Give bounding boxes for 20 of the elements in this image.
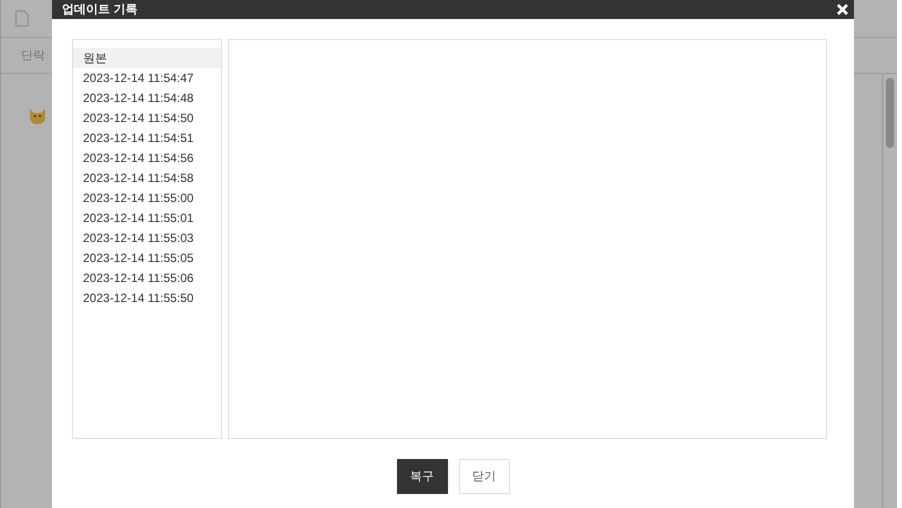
document-icon[interactable]	[15, 10, 29, 27]
restore-button[interactable]: 복구	[396, 459, 448, 494]
version-item[interactable]: 원본	[73, 48, 221, 68]
version-item[interactable]: 2023-12-14 11:54:56	[73, 148, 221, 168]
version-item[interactable]: 2023-12-14 11:54:50	[73, 108, 221, 128]
version-item[interactable]: 2023-12-14 11:55:03	[73, 228, 221, 248]
version-item[interactable]: 2023-12-14 11:55:05	[73, 248, 221, 268]
dialog-title: 업데이트 기록	[62, 1, 138, 18]
version-item[interactable]: 2023-12-14 11:55:01	[73, 208, 221, 228]
close-icon[interactable]	[836, 3, 849, 16]
version-item[interactable]: 2023-12-14 11:55:50	[73, 288, 221, 308]
scrollbar-thumb[interactable]	[886, 78, 894, 148]
cat-face-icon	[29, 108, 46, 124]
version-item[interactable]: 2023-12-14 11:54:47	[73, 68, 221, 88]
version-item[interactable]: 2023-12-14 11:55:06	[73, 268, 221, 288]
version-item[interactable]: 2023-12-14 11:54:58	[73, 168, 221, 188]
version-item[interactable]: 2023-12-14 11:54:48	[73, 88, 221, 108]
version-item[interactable]: 2023-12-14 11:54:51	[73, 128, 221, 148]
version-item[interactable]: 2023-12-14 11:55:00	[73, 188, 221, 208]
close-button[interactable]: 닫기	[458, 459, 510, 494]
